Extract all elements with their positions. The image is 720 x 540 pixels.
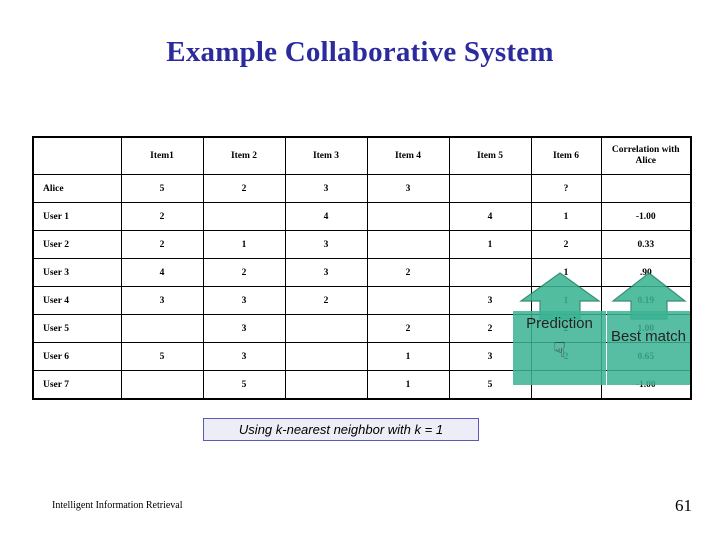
row-label-user4: User 4 — [32, 286, 122, 315]
cell-user3-item1: 4 — [120, 258, 204, 287]
cell-user1-item1: 2 — [120, 202, 204, 231]
cell-user6-item2: 3 — [202, 342, 286, 371]
cell-user7-item2: 5 — [202, 370, 286, 400]
row-label-user7: User 7 — [32, 370, 122, 400]
footer-course-label: Intelligent Information Retrieval — [52, 500, 183, 511]
cell-user2-item2: 1 — [202, 230, 286, 259]
cell-user2-item5: 1 — [448, 230, 532, 259]
column-header-correlation: Correlation with Alice — [600, 136, 692, 175]
cell-user3-item4: 2 — [366, 258, 450, 287]
hand-pointing-icon: ☟ — [553, 338, 566, 362]
row-label-user5: User 5 — [32, 314, 122, 343]
page-title: Example Collaborative System — [166, 36, 554, 68]
cell-alice-correlation — [600, 174, 692, 203]
cell-user1-item5: 4 — [448, 202, 532, 231]
column-header-item6: Item 6 — [530, 136, 602, 175]
column-header-item5: Item 5 — [448, 136, 532, 175]
cell-user5-item3 — [284, 314, 368, 343]
cell-user7-item3 — [284, 370, 368, 400]
cell-user1-item2 — [202, 202, 286, 231]
cell-user2-item1: 2 — [120, 230, 204, 259]
cell-user5-item4: 2 — [366, 314, 450, 343]
cell-user6-item3 — [284, 342, 368, 371]
table-row: User 2 2 1 3 1 2 0.33 — [32, 230, 692, 259]
cell-user1-item4 — [366, 202, 450, 231]
row-label-user6: User 6 — [32, 342, 122, 371]
best-match-callout: Best match — [607, 311, 690, 385]
cell-user1-item6: 1 — [530, 202, 602, 231]
cell-user7-item4: 1 — [366, 370, 450, 400]
slide-page-number: 61 — [675, 496, 692, 515]
column-header-item1: Item1 — [120, 136, 204, 175]
prediction-label: Prediction — [526, 315, 593, 332]
cell-alice-item2: 2 — [202, 174, 286, 203]
cell-user1-item3: 4 — [284, 202, 368, 231]
cell-alice-item3: 3 — [284, 174, 368, 203]
cell-user6-item4: 1 — [366, 342, 450, 371]
row-label-user1: User 1 — [32, 202, 122, 231]
table-row: User 1 2 4 4 1 -1.00 — [32, 202, 692, 231]
cell-user2-correlation: 0.33 — [600, 230, 692, 259]
prediction-callout: Prediction ☟ — [513, 311, 606, 385]
row-label-user2: User 2 — [32, 230, 122, 259]
cell-alice-item1: 5 — [120, 174, 204, 203]
best-match-label: Best match — [610, 328, 687, 345]
cell-user4-item1: 3 — [120, 286, 204, 315]
cell-user3-item3: 3 — [284, 258, 368, 287]
cell-user3-item2: 2 — [202, 258, 286, 287]
row-label-user3: User 3 — [32, 258, 122, 287]
cell-user1-correlation: -1.00 — [600, 202, 692, 231]
cell-user4-item4 — [366, 286, 450, 315]
method-caption: Using k-nearest neighbor with k = 1 — [203, 418, 479, 441]
column-header-item4: Item 4 — [366, 136, 450, 175]
cell-user7-item1 — [120, 370, 204, 400]
cell-alice-item5 — [448, 174, 532, 203]
cell-user2-item6: 2 — [530, 230, 602, 259]
cell-user2-item3: 3 — [284, 230, 368, 259]
cell-user6-item1: 5 — [120, 342, 204, 371]
cell-user4-item2: 3 — [202, 286, 286, 315]
cell-user5-item1 — [120, 314, 204, 343]
table-row: Alice 5 2 3 3 ? — [32, 174, 692, 203]
row-label-alice: Alice — [32, 174, 122, 203]
column-header-item2: Item 2 — [202, 136, 286, 175]
cell-user5-item2: 3 — [202, 314, 286, 343]
table-corner-cell — [32, 136, 122, 175]
table-header-row: Item1 Item 2 Item 3 Item 4 Item 5 Item 6… — [32, 136, 692, 175]
cell-alice-item6: ? — [530, 174, 602, 203]
column-header-item3: Item 3 — [284, 136, 368, 175]
cell-alice-item4: 3 — [366, 174, 450, 203]
cell-user2-item4 — [366, 230, 450, 259]
cell-user4-item3: 2 — [284, 286, 368, 315]
